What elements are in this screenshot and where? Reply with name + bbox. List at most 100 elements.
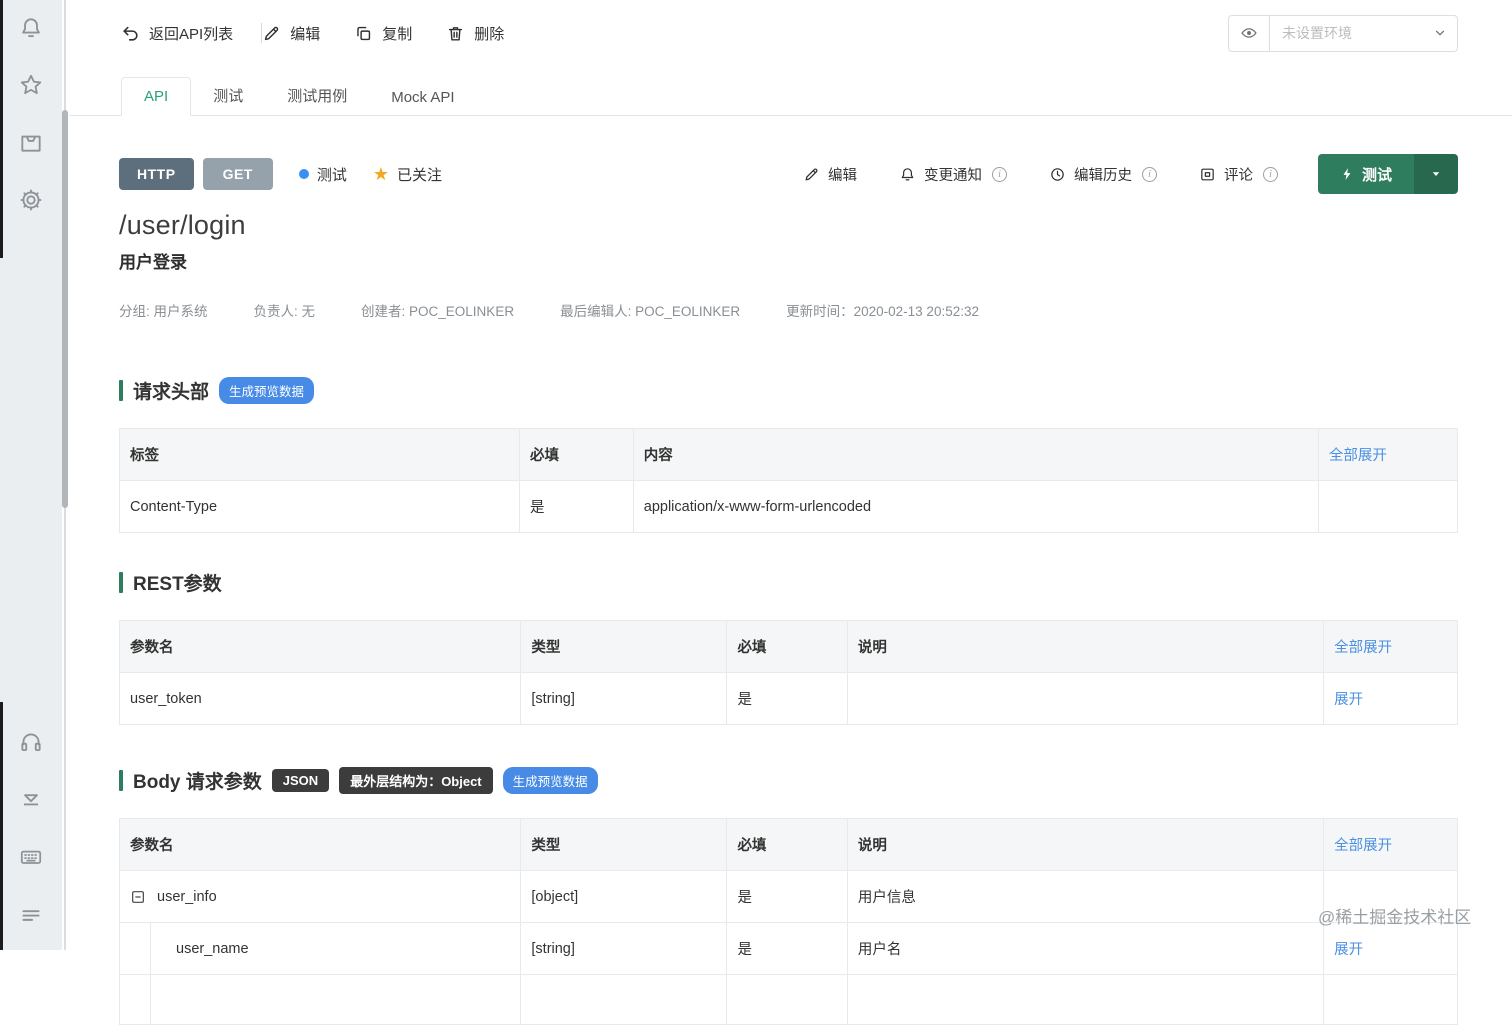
- env-input[interactable]: [1270, 25, 1457, 41]
- param-required-cell: 是: [726, 922, 848, 975]
- section-accent-bar: [119, 770, 123, 791]
- star-icon[interactable]: [18, 72, 44, 98]
- section-accent-bar: [119, 572, 123, 593]
- comment-button[interactable]: 评论 i: [1199, 164, 1278, 185]
- generate-preview-button[interactable]: 生成预览数据: [219, 377, 315, 404]
- left-edge-top: [0, 0, 3, 258]
- left-sidebar: [0, 0, 62, 950]
- param-name-cell: user_name: [118, 922, 522, 975]
- body-format-badge: JSON: [271, 769, 330, 792]
- back-to-api-list-button[interactable]: 返回API列表: [121, 23, 233, 44]
- keyboard-icon[interactable]: [18, 844, 44, 870]
- param-desc-cell: 用户信息: [846, 870, 1325, 923]
- scrollbar-thumb[interactable]: [62, 110, 68, 508]
- tab-api[interactable]: API: [121, 77, 192, 116]
- rest-params-table: 参数名 类型 必填 说明 全部展开 user_token [string] 是 …: [118, 620, 1458, 725]
- follow-label: 已关注: [397, 166, 443, 184]
- col-type: 类型: [520, 818, 728, 871]
- col-required: 必填: [726, 620, 848, 673]
- api-path-title: /user/login: [119, 210, 246, 240]
- status-label: 测试: [316, 166, 347, 184]
- edit-button[interactable]: 编辑: [262, 23, 320, 44]
- top-toolbar: 返回API列表 编辑 复制 删除: [69, 0, 1512, 66]
- col-type: 类型: [520, 620, 728, 673]
- edit-action-button[interactable]: 编辑: [803, 164, 857, 185]
- tab-test[interactable]: 测试: [191, 75, 265, 116]
- status-dot-icon: [298, 169, 309, 179]
- comment-label: 评论: [1223, 167, 1253, 184]
- import-download-icon[interactable]: [18, 786, 44, 812]
- chevron-down-icon: [1435, 30, 1445, 36]
- api-name-subtitle: 用户登录: [119, 253, 187, 272]
- preview-eye-button[interactable]: [1229, 15, 1270, 51]
- copy-icon: [357, 26, 371, 40]
- param-name-cell: user_info: [157, 888, 217, 905]
- undo-arrow-icon: [123, 26, 138, 41]
- test-dropdown-button[interactable]: [1414, 154, 1458, 194]
- test-split-button: 测试: [1317, 154, 1458, 194]
- delete-button[interactable]: 删除: [446, 23, 504, 44]
- col-param-name: 参数名: [118, 620, 522, 673]
- copy-button[interactable]: 复制: [354, 23, 412, 44]
- expand-row-link[interactable]: 展开: [1334, 692, 1363, 708]
- body-structure-badge: 最外层结构为：Object: [339, 767, 493, 794]
- follow-toggle[interactable]: ★ 已关注: [373, 164, 442, 185]
- param-type-cell: [object]: [520, 870, 728, 923]
- tab-test-cases[interactable]: 测试用例: [265, 75, 369, 116]
- history-clock-icon: [1051, 167, 1064, 181]
- meta-creator: 创建者: POC_EOLINKER: [361, 304, 515, 319]
- protocol-badge: HTTP: [119, 158, 194, 190]
- expand-row-link[interactable]: 展开: [1334, 942, 1363, 958]
- right-actions: 编辑 变更通知 i 编辑历史 i 评论 i 测试: [761, 154, 1458, 194]
- param-name-cell: user_token: [118, 672, 522, 725]
- edit-history-button[interactable]: 编辑历史 i: [1049, 164, 1157, 185]
- header-required-cell: 是: [519, 480, 634, 533]
- delete-label: 删除: [474, 25, 505, 43]
- copy-label: 复制: [382, 25, 413, 43]
- header-label-cell: Content-Type: [118, 480, 521, 533]
- info-circle-icon[interactable]: i: [1262, 166, 1278, 182]
- generate-preview-button[interactable]: 生成预览数据: [502, 767, 598, 794]
- comment-icon: [1201, 168, 1214, 180]
- main-area: 返回API列表 编辑 复制 删除 API 测试 测试用例 M: [69, 0, 1512, 1025]
- bell-icon[interactable]: [18, 15, 44, 41]
- expand-all-link[interactable]: 全部展开: [1334, 838, 1392, 854]
- menu-lines-icon[interactable]: [18, 902, 44, 928]
- info-circle-icon[interactable]: i: [991, 166, 1007, 182]
- project-box-icon[interactable]: [18, 129, 44, 155]
- rest-params-section-header: REST参数: [119, 569, 1458, 596]
- table-header-row: 标签 必填 内容 全部展开: [118, 428, 1459, 481]
- table-row-user-name: user_name [string] 是 用户名 展开: [118, 922, 1458, 975]
- col-content: 内容: [632, 428, 1319, 481]
- collapse-minus-icon[interactable]: [130, 889, 146, 905]
- col-desc: 说明: [846, 818, 1325, 871]
- environment-selector: [1228, 14, 1458, 52]
- expand-all-link[interactable]: 全部展开: [1329, 448, 1387, 464]
- meta-updated-time: 更新时间：2020-02-13 20:52:32: [786, 304, 979, 319]
- tab-bar: API 测试 测试用例 Mock API: [69, 66, 1512, 116]
- trash-icon: [449, 26, 463, 41]
- info-circle-icon[interactable]: i: [1141, 166, 1157, 182]
- lightning-icon: [1343, 168, 1351, 180]
- api-status: 测试: [298, 164, 347, 185]
- api-detail-page: HTTP GET 测试 ★ 已关注 编辑 变更通知 i 编辑历史 i 评论 i …: [69, 116, 1512, 1025]
- col-param-name: 参数名: [118, 818, 522, 871]
- col-desc: 说明: [846, 620, 1325, 673]
- section-accent-bar: [119, 380, 123, 401]
- tab-mock-api[interactable]: Mock API: [369, 79, 476, 116]
- body-params-section-header: Body 请求参数 JSON 最外层结构为：Object 生成预览数据: [119, 767, 1458, 794]
- headset-icon[interactable]: [18, 729, 44, 755]
- gear-icon[interactable]: [18, 187, 44, 213]
- api-meta-row: 分组: 用户系统 负责人: 无 创建者: POC_EOLINKER 最后编辑人:…: [119, 300, 1458, 320]
- change-notice-button[interactable]: 变更通知 i: [899, 164, 1007, 185]
- eye-icon: [1241, 28, 1257, 38]
- body-params-table: 参数名 类型 必填 说明 全部展开 user_info [object] 是 用…: [118, 818, 1458, 1025]
- change-notice-label: 变更通知: [923, 167, 982, 184]
- method-badge: GET: [202, 158, 273, 190]
- test-button[interactable]: 测试: [1317, 154, 1414, 194]
- table-row-user-info: user_info [object] 是 用户信息: [118, 870, 1458, 923]
- param-required-cell: 是: [726, 870, 848, 923]
- table-row: user_token [string] 是 展开: [118, 672, 1458, 725]
- env-dropdown[interactable]: [1270, 16, 1457, 51]
- expand-all-link[interactable]: 全部展开: [1334, 640, 1392, 656]
